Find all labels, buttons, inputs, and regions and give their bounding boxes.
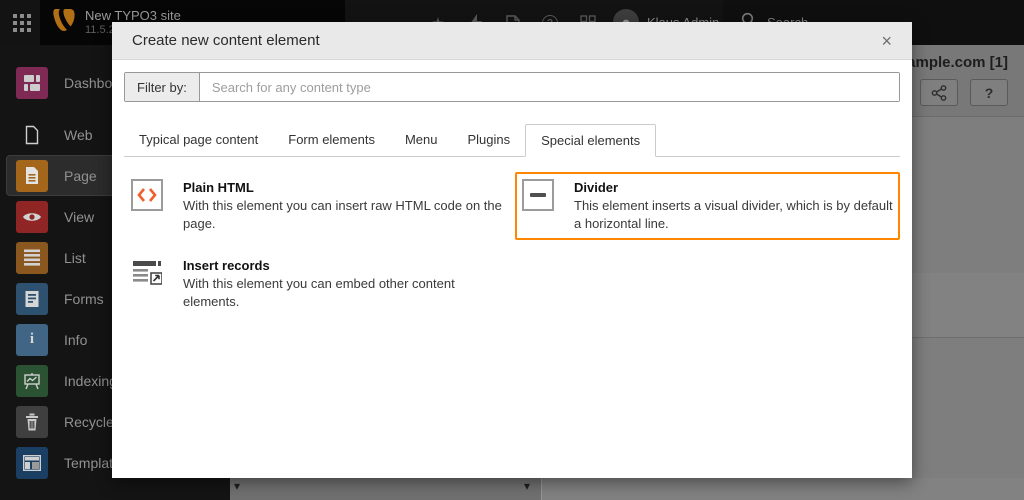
docheader-help-button[interactable]: ?: [970, 79, 1008, 106]
close-icon[interactable]: ×: [881, 32, 892, 50]
element-title: Insert records: [183, 257, 502, 274]
share-button[interactable]: [920, 79, 958, 106]
element-title: Divider: [574, 179, 893, 196]
sidebar-item-label: Web: [64, 127, 93, 143]
indexing-icon: [16, 365, 48, 397]
sidebar-item-label: Page: [64, 168, 97, 184]
filter-by-label: Filter by:: [125, 73, 200, 101]
sidebar-item-label: Indexing: [64, 373, 117, 389]
bottom-select-left[interactable]: ▾ ▾: [230, 478, 541, 500]
modal-title: Create new content element: [132, 32, 320, 49]
chevron-down-icon[interactable]: ▾: [524, 479, 530, 493]
info-icon: i: [16, 324, 48, 356]
dashboard-icon: [16, 67, 48, 99]
element-plain-html[interactable]: Plain HTML With this element you can ins…: [124, 172, 509, 240]
content-element-tabs: Typical page content Form elements Menu …: [124, 124, 900, 157]
element-description: With this element you can embed other co…: [183, 275, 502, 311]
template-layout-icon: [16, 447, 48, 479]
sidebar-item-label: Forms: [64, 291, 104, 307]
element-insert-records[interactable]: Insert records With this element you can…: [124, 250, 509, 318]
element-description: With this element you can insert raw HTM…: [183, 197, 502, 233]
chevron-down-icon[interactable]: ▾: [234, 479, 240, 493]
element-title: Plain HTML: [183, 179, 502, 196]
divider-icon: [522, 179, 554, 211]
tab-typical-page-content[interactable]: Typical page content: [124, 124, 273, 156]
tab-plugins[interactable]: Plugins: [452, 124, 525, 156]
modal-body: Filter by: Typical page content Form ele…: [112, 60, 912, 478]
forms-icon: [16, 283, 48, 315]
element-description: This element inserts a visual divider, w…: [574, 197, 893, 233]
content-type-search-input[interactable]: [200, 73, 899, 101]
module-menu-toggle-icon[interactable]: [12, 13, 32, 33]
tab-menu[interactable]: Menu: [390, 124, 453, 156]
tab-form-elements[interactable]: Form elements: [273, 124, 390, 156]
sidebar-item-label: List: [64, 250, 86, 266]
bottom-select-bar: ▾ ▾: [230, 478, 1024, 500]
sidebar-item-label: Recycler: [64, 414, 118, 430]
page-icon: [16, 160, 48, 192]
code-icon: [131, 179, 163, 211]
filter-group: Filter by:: [124, 72, 900, 102]
list-icon: [16, 242, 48, 274]
records-icon: [131, 257, 163, 289]
typo3-backend: New TYPO3 site 11.5.2 ★ ? Klaus Admin Se…: [0, 0, 1024, 500]
bottom-select-right[interactable]: [542, 478, 1024, 500]
web-icon: [16, 119, 48, 151]
modal-header: Create new content element ×: [112, 22, 912, 60]
sidebar-item-label: Info: [64, 332, 87, 348]
sidebar-item-label: View: [64, 209, 94, 225]
view-eye-icon: [16, 201, 48, 233]
element-divider[interactable]: Divider This element inserts a visual di…: [515, 172, 900, 240]
tab-special-elements[interactable]: Special elements: [525, 124, 656, 157]
element-grid: Plain HTML With this element you can ins…: [124, 172, 900, 318]
recycler-trash-icon: [16, 406, 48, 438]
share-icon: [931, 85, 947, 101]
typo3-logo-icon: [52, 7, 76, 38]
create-content-element-modal: Create new content element × Filter by: …: [112, 22, 912, 478]
